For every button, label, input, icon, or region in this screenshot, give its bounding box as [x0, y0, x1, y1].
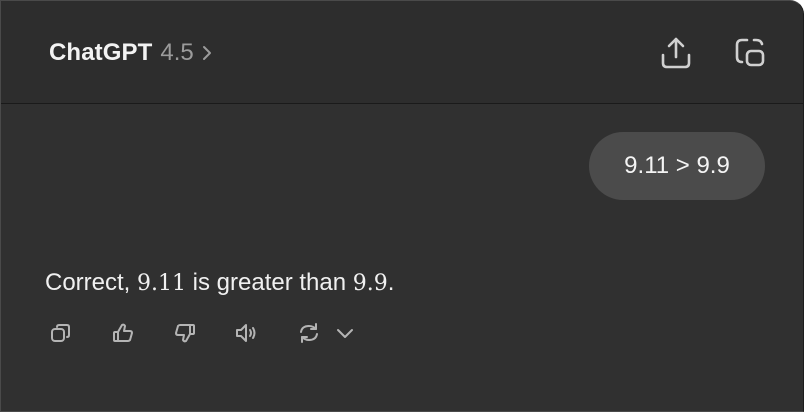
share-button[interactable]: [657, 34, 695, 72]
read-aloud-button[interactable]: [233, 319, 261, 347]
assistant-text-prefix: Correct,: [45, 269, 138, 296]
header-bar: ChatGPT 4.5: [1, 1, 803, 104]
thumbs-up-icon: [111, 321, 135, 345]
new-chat-icon: [732, 35, 768, 71]
model-version: 4.5: [160, 39, 194, 66]
user-message-text: 9.11 > 9.9: [624, 152, 730, 179]
regenerate-button[interactable]: [295, 319, 323, 347]
copy-button[interactable]: [47, 319, 75, 347]
chevron-right-icon: [200, 43, 214, 63]
thumbs-down-icon: [173, 321, 197, 345]
math-value-b: 9.9: [352, 271, 388, 296]
assistant-text-suffix: .: [387, 269, 395, 296]
model-switcher[interactable]: ChatGPT 4.5: [49, 39, 214, 67]
share-icon: [659, 35, 693, 71]
assistant-text-middle: is greater than: [186, 269, 353, 296]
copy-icon: [49, 321, 73, 345]
app-title: ChatGPT: [49, 39, 153, 66]
regenerate-icon: [297, 321, 321, 345]
user-message-bubble: 9.11 > 9.9: [589, 132, 765, 200]
chat-window: ChatGPT 4.5 9.11 > 9.9 Correct, 9.11 is …: [0, 0, 804, 412]
thumbs-up-button[interactable]: [109, 319, 137, 347]
assistant-message: Correct, 9.11 is greater than 9.9.: [45, 269, 394, 297]
model-options-button[interactable]: [331, 319, 359, 347]
new-chat-button[interactable]: [731, 34, 769, 72]
chevron-down-icon: [333, 321, 357, 345]
read-aloud-icon: [234, 321, 260, 345]
thumbs-down-button[interactable]: [171, 319, 199, 347]
math-value-a: 9.11: [137, 271, 186, 296]
